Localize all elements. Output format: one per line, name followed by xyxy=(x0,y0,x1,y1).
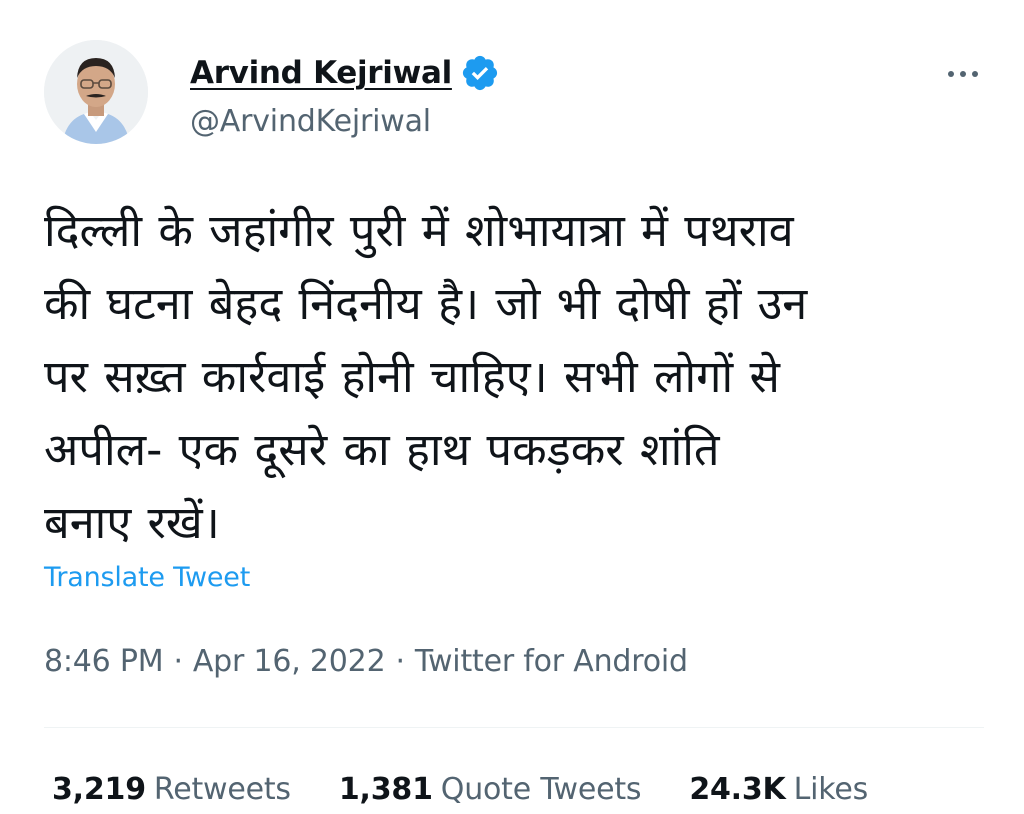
retweets-count: 3,219 xyxy=(52,772,146,807)
avatar-image xyxy=(44,40,148,144)
retweets-label: Retweets xyxy=(153,772,291,807)
tweet-time[interactable]: 8:46 PM xyxy=(44,644,164,679)
engagement-stats: 3,219 Retweets 1,381 Quote Tweets 24.3K Lik… xyxy=(52,772,916,807)
retweets-stat[interactable]: 3,219 Retweets xyxy=(52,772,291,807)
likes-count: 24.3K xyxy=(689,772,786,807)
handle[interactable]: @ArvindKejriwal xyxy=(190,104,500,139)
translate-tweet-link[interactable]: Translate Tweet xyxy=(44,562,250,593)
tweet-card: Arvind Kejriwal @ArvindKejriwal दिल्ली क… xyxy=(0,0,1024,814)
likes-stat[interactable]: 24.3K Likes xyxy=(689,772,868,807)
meta-separator: · xyxy=(395,644,405,679)
tweet-text-line: अपील- एक दूसरे का हाथ पकड़कर शांति xyxy=(44,423,720,476)
meta-separator: · xyxy=(173,644,183,679)
display-name[interactable]: Arvind Kejriwal xyxy=(190,55,452,91)
tweet-text-line: की घटना बेहद निंदनीय है। जो भी दोषी हों … xyxy=(44,277,808,330)
avatar[interactable] xyxy=(44,40,148,144)
likes-label: Likes xyxy=(793,772,869,807)
quote-tweets-count: 1,381 xyxy=(338,772,433,807)
more-options-button[interactable] xyxy=(938,56,988,92)
quote-tweets-stat[interactable]: 1,381 Quote Tweets xyxy=(338,772,642,807)
name-row: Arvind Kejriwal xyxy=(190,50,500,96)
verified-badge-icon xyxy=(460,53,500,93)
more-options-icon xyxy=(948,71,954,77)
divider xyxy=(44,727,984,728)
tweet-meta: 8:46 PM · Apr 16, 2022 · Twitter for Android xyxy=(44,644,688,679)
more-options-dot xyxy=(972,71,978,77)
more-options-dot xyxy=(960,71,966,77)
tweet-text-line: बनाए रखें। xyxy=(44,496,220,549)
tweet-text: दिल्ली के जहांगीर पुरी में शोभायात्रा मे… xyxy=(44,194,984,559)
tweet-text-line: पर सख़्त कार्रवाई होनी चाहिए। सभी लोगों … xyxy=(44,350,780,403)
tweet-date[interactable]: Apr 16, 2022 xyxy=(193,644,386,679)
tweet-source[interactable]: Twitter for Android xyxy=(415,644,688,679)
quote-tweets-label: Quote Tweets xyxy=(440,772,642,807)
tweet-text-line: दिल्ली के जहांगीर पुरी में शोभायात्रा मे… xyxy=(44,204,794,257)
author-block: Arvind Kejriwal @ArvindKejriwal xyxy=(190,50,500,139)
